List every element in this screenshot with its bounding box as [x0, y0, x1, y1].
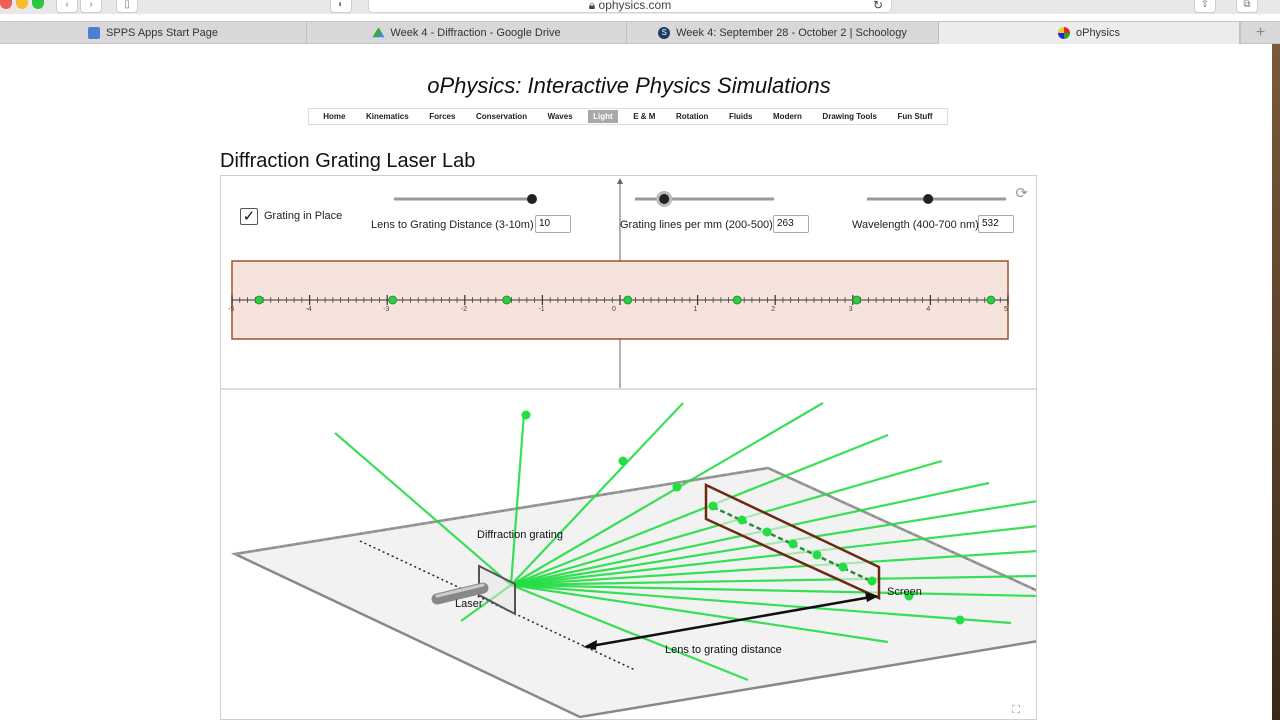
tab-label: Week 4 - Diffraction - Google Drive	[390, 27, 561, 39]
nav-item-fluids[interactable]: Fluids	[724, 110, 758, 123]
nav-item-modern[interactable]: Modern	[768, 110, 807, 123]
schoology-icon: S	[658, 27, 671, 39]
tab-label: Week 4: September 28 - October 2 | Schoo…	[676, 27, 907, 39]
tab-ophysics[interactable]: oPhysics	[939, 22, 1240, 44]
screen-dot	[867, 576, 877, 586]
beam-dot	[672, 482, 682, 492]
laser-label: Laser	[455, 598, 483, 610]
beam-dot	[618, 456, 628, 466]
beam-dot	[955, 615, 965, 625]
maximize-window-icon[interactable]	[32, 0, 44, 9]
tick-label: 2	[771, 306, 775, 313]
simulation-panel: ✓ Grating in Place Lens to Grating Dista…	[220, 175, 1037, 720]
site-nav: Home Kinematics Forces Conservation Waves Lig…	[308, 108, 948, 125]
distance-label: Lens to grating distance	[665, 644, 782, 656]
forward-icon[interactable]: ›	[80, 0, 102, 13]
background-window-edge	[1272, 44, 1280, 720]
diffraction-maximum-dot	[502, 295, 512, 305]
tick-label: -5	[228, 306, 234, 313]
nav-item-e-m[interactable]: E & M	[628, 110, 660, 123]
close-window-icon[interactable]	[0, 0, 12, 9]
tick-label: 4	[926, 306, 930, 313]
nav-item-conservation[interactable]: Conservation	[471, 110, 532, 123]
address-bar[interactable]: 🔒︎ ophysics.com ↻	[368, 0, 892, 13]
diffraction-maximum-dot	[254, 295, 264, 305]
diffraction-maximum-dot	[732, 295, 742, 305]
diffraction-grating-label: Diffraction grating	[477, 529, 563, 541]
screen-dot	[838, 562, 848, 572]
tab-bar: SPPS Apps Start Page Week 4 - Diffractio…	[0, 21, 1280, 44]
diffraction-maximum-dot	[852, 295, 862, 305]
nav-item-kinematics[interactable]: Kinematics	[361, 110, 414, 123]
screen-dot	[708, 501, 718, 511]
screen-dot	[762, 527, 772, 537]
minimize-window-icon[interactable]	[16, 0, 28, 9]
back-icon[interactable]: ‹	[56, 0, 78, 13]
google-drive-icon	[372, 27, 385, 38]
reload-icon[interactable]: ↻	[873, 0, 883, 11]
new-tab-button[interactable]: +	[1240, 22, 1280, 44]
tick-label: 5	[1004, 306, 1008, 313]
screen-ruler: -5 -4 -3 -2 -1 0 1 2 3 4 5	[221, 178, 1036, 390]
tick-label: -2	[461, 306, 467, 313]
tick-label: 0	[612, 306, 616, 313]
grid-app-icon	[88, 27, 101, 39]
nav-item-waves[interactable]: Waves	[543, 110, 578, 123]
tab-label: SPPS Apps Start Page	[106, 27, 218, 39]
screen-dot	[737, 515, 747, 525]
nav-item-light[interactable]: Light	[588, 110, 618, 123]
diffraction-maximum-dot	[986, 295, 996, 305]
tick-label: -4	[306, 306, 312, 313]
share-icon[interactable]: ⇪	[1194, 0, 1216, 13]
browser-toolbar: ‹ › ▯ ◐ 🔒︎ ophysics.com ↻ ⇪ ⧉	[0, 0, 1280, 14]
tick-label: -1	[538, 306, 544, 313]
tab-label: oPhysics	[1075, 27, 1121, 39]
axis-arrow-icon	[617, 178, 623, 184]
tab-schoology[interactable]: S Week 4: September 28 - October 2 | Sch…	[627, 22, 939, 44]
screen-dot	[812, 550, 822, 560]
tick-label: 3	[849, 306, 853, 313]
nav-item-fun-stuff[interactable]: Fun Stuff	[892, 110, 937, 123]
diffraction-maximum-dot	[388, 295, 398, 305]
tick-label: 1	[694, 306, 698, 313]
site-title: oPhysics: Interactive Physics Simulation…	[427, 73, 831, 98]
lab-title: Diffraction Grating Laser Lab	[220, 150, 476, 172]
sidebar-icon[interactable]: ▯	[116, 0, 138, 13]
fullscreen-icon[interactable]: ⛶	[1012, 704, 1020, 717]
ophysics-logo-icon	[1057, 27, 1070, 39]
nav-item-drawing-tools[interactable]: Drawing Tools	[817, 110, 882, 123]
tab-spps[interactable]: SPPS Apps Start Page	[0, 22, 307, 44]
nav-item-home[interactable]: Home	[318, 110, 350, 123]
nav-item-forces[interactable]: Forces	[424, 110, 460, 123]
diffraction-maximum-dot	[623, 295, 633, 305]
screen-dot	[788, 539, 798, 549]
tick-label: -3	[383, 306, 389, 313]
nav-item-rotation[interactable]: Rotation	[671, 110, 713, 123]
tabs-overview-icon[interactable]: ⧉	[1236, 0, 1258, 13]
shield-icon[interactable]: ◐	[330, 0, 352, 13]
laser-scene: Diffraction grating Laser Screen Lens to…	[230, 402, 1036, 719]
lock-icon: 🔒︎	[588, 0, 596, 12]
screen-label: Screen	[887, 586, 922, 598]
url-text: ophysics.com	[598, 0, 672, 12]
tab-google-drive[interactable]: Week 4 - Diffraction - Google Drive	[307, 22, 627, 44]
beam-dot	[521, 410, 531, 420]
